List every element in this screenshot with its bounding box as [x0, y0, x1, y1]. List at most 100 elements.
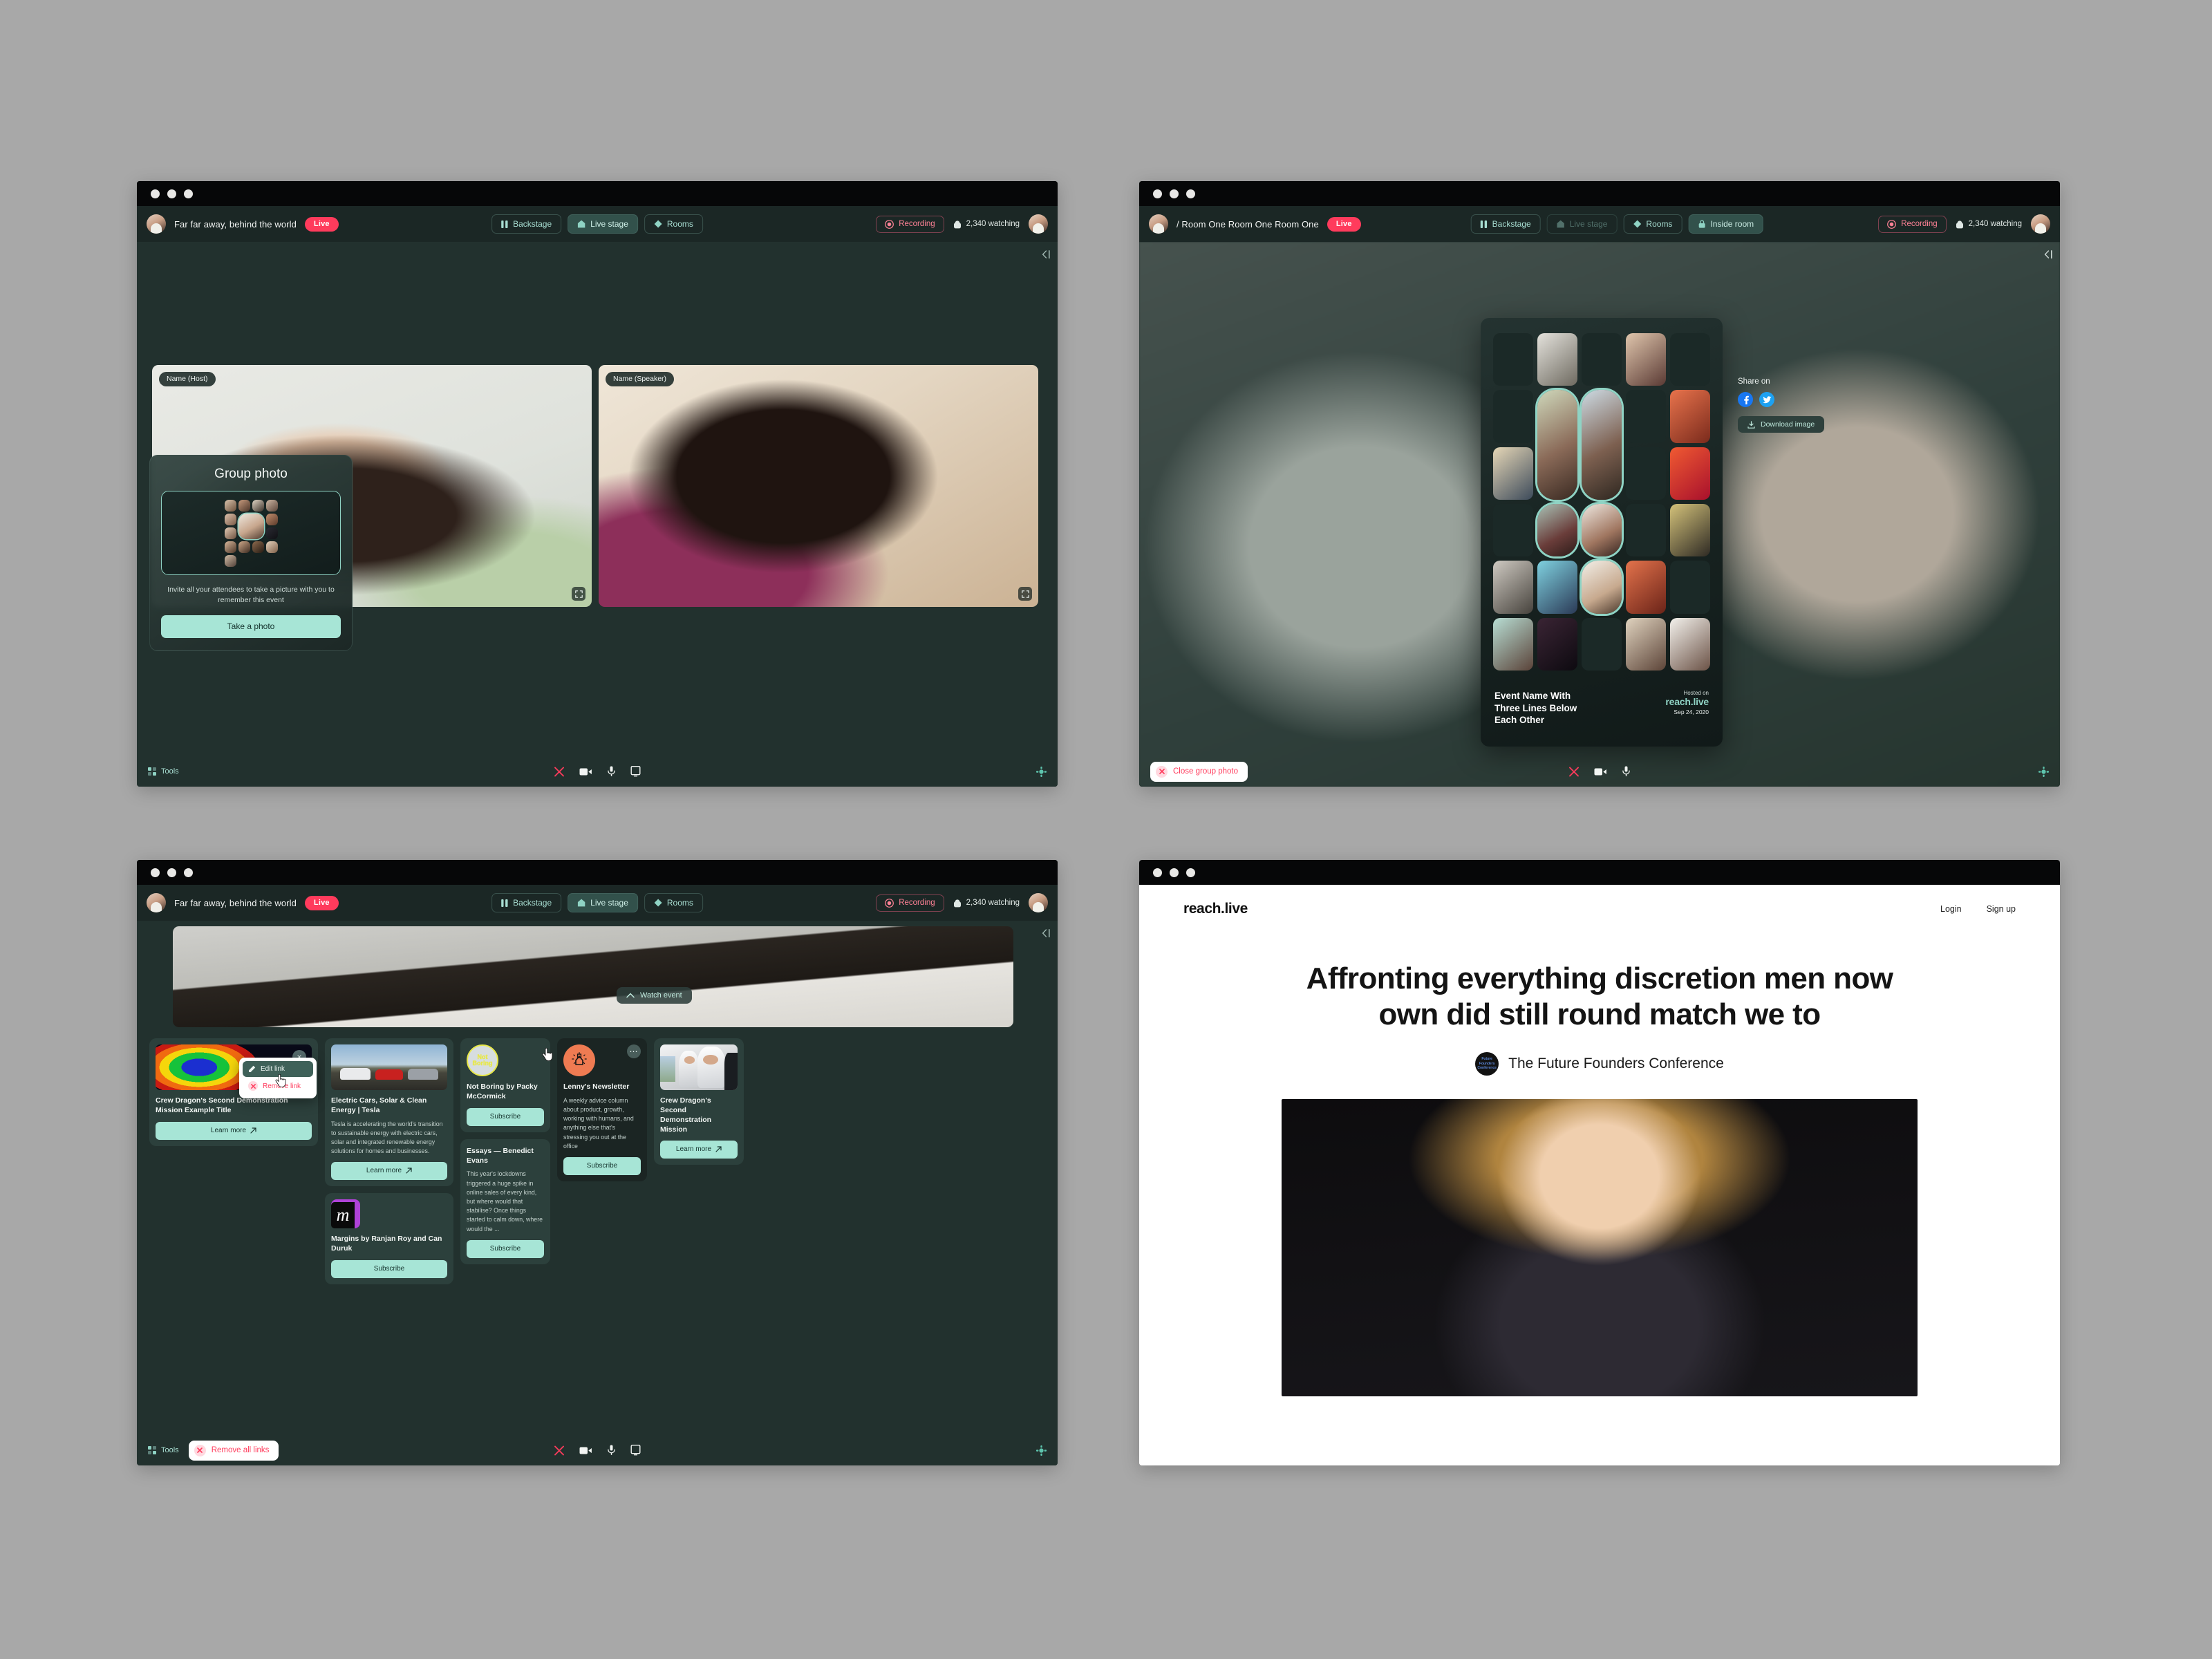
download-image-button[interactable]: Download image: [1738, 416, 1825, 433]
avatar: [1626, 561, 1666, 614]
status-badge-live: Live: [1327, 216, 1361, 232]
more-options-icon[interactable]: ⋯: [627, 1044, 641, 1058]
window-minimize-dot[interactable]: [1170, 868, 1179, 877]
subscribe-button[interactable]: Subscribe: [467, 1239, 544, 1258]
close-group-photo-button[interactable]: Close group photo: [1150, 761, 1248, 782]
facebook-icon[interactable]: [1738, 392, 1753, 407]
tab-backstage[interactable]: Backstage: [491, 893, 562, 912]
newsletter-card[interactable]: m Margins by Ranjan Roy and Can Duruk Su…: [325, 1193, 453, 1285]
window-maximize-dot[interactable]: [1186, 189, 1195, 198]
tab-rooms[interactable]: Rooms: [644, 214, 703, 234]
avatar: [1626, 617, 1666, 671]
learn-more-button[interactable]: Learn more: [331, 1162, 447, 1181]
user-avatar[interactable]: [2031, 214, 2050, 234]
recording-button[interactable]: Recording: [876, 894, 944, 912]
window-minimize-dot[interactable]: [167, 189, 176, 198]
microphone-icon[interactable]: [608, 1445, 616, 1456]
screen-share-icon[interactable]: [630, 1445, 641, 1456]
leave-icon[interactable]: [554, 767, 565, 777]
settings-gear-icon[interactable]: [1036, 766, 1047, 777]
collapse-sidebar-button[interactable]: [1042, 929, 1051, 937]
grid-icon: [148, 1446, 156, 1454]
microphone-icon[interactable]: [1622, 766, 1631, 777]
group-photo-description: Invite all your attendees to take a pict…: [167, 585, 335, 605]
watch-event-button[interactable]: Watch event: [617, 987, 692, 1004]
remove-all-links-button[interactable]: Remove all links: [188, 1440, 279, 1461]
newsletter-card[interactable]: ⋯ Lenny's Newsletter A weekly advice col…: [557, 1038, 647, 1181]
event-name-line-2: Three Lines Below: [1494, 702, 1577, 713]
login-link[interactable]: Login: [1940, 904, 1962, 914]
collapse-sidebar-button[interactable]: [2044, 250, 2053, 259]
conference-logo-text: Future Founders Conference: [1477, 1057, 1497, 1070]
video-strip[interactable]: [173, 926, 1013, 1027]
newsletter-card[interactable]: Essays — Benedict Evans This year's lock…: [460, 1138, 550, 1264]
app-header: / Room One Room One Room One Live Backst…: [1139, 206, 2060, 242]
remove-all-links-label: Remove all links: [211, 1446, 270, 1454]
window-maximize-dot[interactable]: [184, 189, 193, 198]
hosted-on-block: Hosted on reach.live Sep 24, 2020: [1665, 690, 1709, 715]
subscribe-button[interactable]: Subscribe: [467, 1107, 544, 1126]
learn-more-label: Learn more: [210, 1126, 247, 1134]
window-group-photo: / Room One Room One Room One Live Backst…: [1139, 181, 2060, 787]
tab-backstage[interactable]: Backstage: [1470, 214, 1541, 234]
tab-backstage[interactable]: Backstage: [491, 214, 562, 234]
leave-icon[interactable]: [554, 1445, 565, 1456]
brand-name: reach.live: [1665, 696, 1709, 707]
tab-live-stage[interactable]: Live stage: [568, 893, 638, 912]
newsletter-card[interactable]: Not Boring Not Boring by Packy McCormick…: [460, 1038, 550, 1132]
user-avatar[interactable]: [1029, 893, 1048, 912]
header-right-group: Recording 2,340 watching: [876, 214, 1048, 234]
pause-icon: [501, 220, 508, 228]
camera-icon[interactable]: [579, 1446, 592, 1455]
tools-button[interactable]: Tools: [148, 767, 179, 776]
camera-icon[interactable]: [1594, 767, 1607, 776]
media-controls: [554, 1445, 641, 1456]
lock-icon: [1698, 220, 1705, 228]
tools-button[interactable]: Tools: [148, 1446, 179, 1454]
avatar: [147, 893, 166, 912]
take-photo-button[interactable]: Take a photo: [161, 615, 341, 639]
site-logo[interactable]: reach.live: [1183, 901, 1248, 917]
window-close-dot[interactable]: [1153, 189, 1162, 198]
subscribe-button[interactable]: Subscribe: [563, 1156, 641, 1175]
recording-button[interactable]: Recording: [876, 215, 944, 233]
link-card[interactable]: Electric Cars, Solar & Clean Energy | Te…: [325, 1038, 453, 1187]
collapse-sidebar-button[interactable]: [1042, 250, 1051, 259]
home-icon: [1557, 220, 1565, 228]
tab-live-stage-label: Live stage: [590, 898, 628, 908]
window-close-dot[interactable]: [151, 189, 160, 198]
screen-share-icon[interactable]: [630, 766, 641, 777]
settings-gear-icon[interactable]: [1036, 1445, 1047, 1456]
signup-link[interactable]: Sign up: [1987, 904, 2016, 914]
twitter-icon[interactable]: [1759, 392, 1774, 407]
window-close-dot[interactable]: [1153, 868, 1162, 877]
learn-more-button[interactable]: Learn more: [660, 1141, 738, 1159]
chevron-left-icon: [1042, 250, 1047, 259]
link-card[interactable]: Crew Dragon's Second Demonstration Missi…: [654, 1038, 744, 1165]
learn-more-button[interactable]: Learn more: [156, 1121, 312, 1140]
video-tile-speaker[interactable]: Name (Speaker): [599, 365, 1038, 607]
settings-gear-icon[interactable]: [2038, 766, 2049, 777]
window-titlebar: [137, 860, 1058, 885]
window-maximize-dot[interactable]: [1186, 868, 1195, 877]
recording-button[interactable]: Recording: [1878, 215, 1947, 233]
avatar: [1537, 617, 1577, 671]
external-link-icon: [406, 1168, 412, 1174]
user-avatar[interactable]: [1029, 214, 1048, 234]
tab-live-stage[interactable]: Live stage: [568, 214, 638, 234]
window-minimize-dot[interactable]: [167, 868, 176, 877]
group-photo-title: Group photo: [214, 467, 288, 481]
window-maximize-dot[interactable]: [184, 868, 193, 877]
tab-rooms[interactable]: Rooms: [644, 893, 703, 912]
tab-inside-room[interactable]: Inside room: [1688, 214, 1764, 234]
camera-icon[interactable]: [579, 767, 592, 776]
window-minimize-dot[interactable]: [1170, 189, 1179, 198]
microphone-icon[interactable]: [608, 766, 616, 777]
fullscreen-icon[interactable]: [1018, 587, 1032, 601]
leave-icon[interactable]: [1569, 767, 1580, 777]
window-close-dot[interactable]: [151, 868, 160, 877]
tab-live-stage[interactable]: Live stage: [1546, 214, 1618, 234]
tab-rooms[interactable]: Rooms: [1623, 214, 1683, 234]
fullscreen-icon[interactable]: [572, 587, 585, 601]
subscribe-button[interactable]: Subscribe: [331, 1260, 447, 1279]
